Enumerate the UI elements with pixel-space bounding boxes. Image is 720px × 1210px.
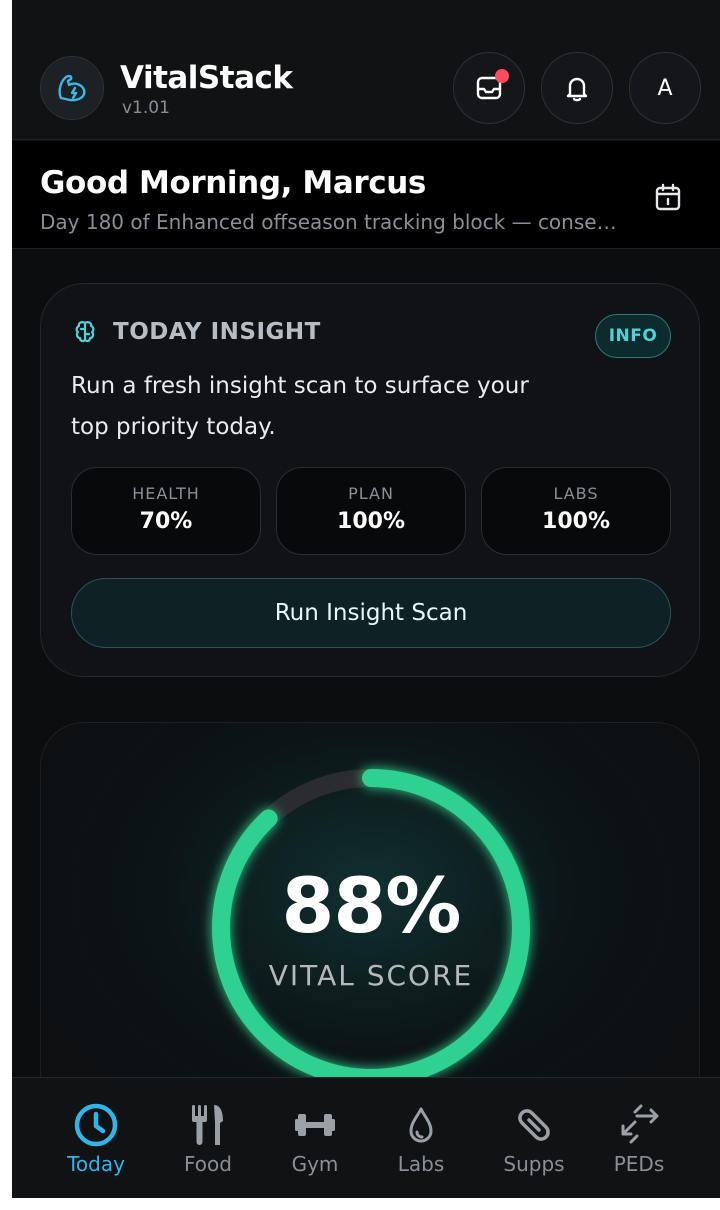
stat-health: HEALTH 70% bbox=[71, 467, 261, 555]
flexed-arm-bolt-icon bbox=[58, 74, 86, 102]
nav-food[interactable]: Food bbox=[153, 1078, 263, 1198]
app-header: VitalStack v1.01 A bbox=[12, 0, 720, 140]
inbox-button[interactable] bbox=[453, 52, 525, 124]
insight-title: TODAY INSIGHT bbox=[113, 319, 321, 345]
fork-knife-icon bbox=[192, 1105, 223, 1145]
nav-label: Supps bbox=[503, 1152, 565, 1176]
nav-label: PEDs bbox=[613, 1152, 665, 1176]
nav-label: Today bbox=[67, 1152, 125, 1176]
notifications-button[interactable] bbox=[541, 52, 613, 124]
stat-labs: LABS 100% bbox=[481, 467, 671, 555]
greeting-subtitle: Day 180 of Enhanced offseason tracking b… bbox=[40, 210, 620, 234]
app-screen: VitalStack v1.01 A Good Morning, Marcus … bbox=[12, 0, 720, 1198]
drop-icon bbox=[409, 1107, 433, 1143]
vital-score-value: 88% bbox=[281, 861, 462, 950]
app-logo bbox=[40, 56, 104, 120]
nav-peds[interactable]: PEDs bbox=[584, 1078, 694, 1198]
dumbbell-icon bbox=[295, 1114, 335, 1136]
stat-value: 100% bbox=[542, 509, 610, 534]
stat-label: LABS bbox=[553, 484, 599, 503]
arrows-icon bbox=[621, 1104, 659, 1144]
stat-plan: PLAN 100% bbox=[276, 467, 466, 555]
avatar-button[interactable]: A bbox=[629, 52, 701, 124]
unread-dot bbox=[495, 69, 509, 83]
bottom-nav: Today Food Gym Labs Supps PEDs bbox=[12, 1077, 720, 1198]
stat-label: PLAN bbox=[348, 484, 394, 503]
stat-value: 100% bbox=[337, 509, 405, 534]
stat-label: HEALTH bbox=[132, 484, 200, 503]
nav-gym[interactable]: Gym bbox=[260, 1078, 370, 1198]
brain-icon bbox=[75, 321, 95, 343]
clock-icon bbox=[74, 1103, 118, 1147]
stat-value: 70% bbox=[139, 509, 193, 534]
pill-icon bbox=[518, 1109, 550, 1141]
run-insight-scan-button[interactable]: Run Insight Scan bbox=[71, 578, 671, 648]
nav-labs[interactable]: Labs bbox=[366, 1078, 476, 1198]
bell-icon bbox=[566, 77, 588, 102]
insight-header: TODAY INSIGHT bbox=[71, 318, 321, 346]
nav-today[interactable]: Today bbox=[41, 1078, 151, 1198]
greeting-banner: Good Morning, Marcus Day 180 of Enhanced… bbox=[12, 141, 720, 249]
nav-label: Food bbox=[184, 1152, 232, 1176]
nav-supps[interactable]: Supps bbox=[479, 1078, 589, 1198]
info-badge[interactable]: INFO bbox=[595, 314, 671, 358]
calendar-icon bbox=[655, 183, 681, 211]
nav-label: Gym bbox=[291, 1152, 339, 1176]
nav-label: Labs bbox=[397, 1152, 445, 1176]
calendar-button[interactable] bbox=[648, 177, 688, 217]
vital-score-label: VITAL SCORE bbox=[268, 959, 474, 992]
app-version: v1.01 bbox=[122, 98, 170, 118]
today-insight-card: TODAY INSIGHT INFO Run a fresh insight s… bbox=[40, 283, 700, 677]
insight-text: Run a fresh insight scan to surface your… bbox=[71, 373, 529, 440]
greeting-title: Good Morning, Marcus bbox=[40, 165, 426, 201]
app-name: VitalStack bbox=[120, 60, 293, 96]
